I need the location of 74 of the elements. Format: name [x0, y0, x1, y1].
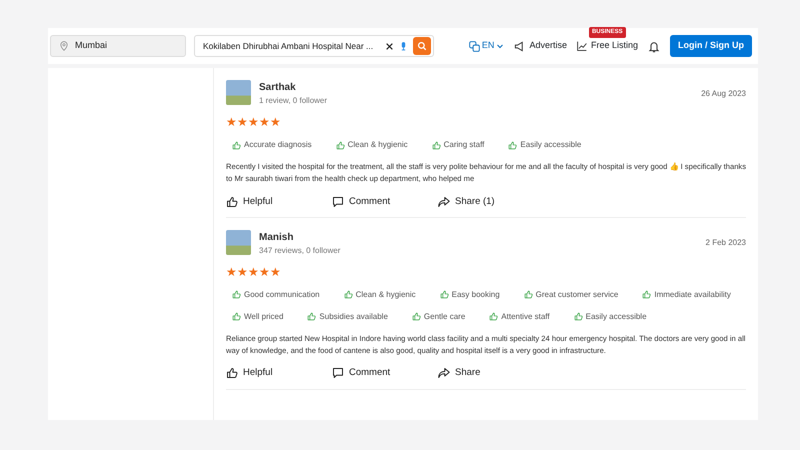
- review-tag: Clean & hygienic: [330, 135, 414, 155]
- advertise-link[interactable]: Advertise: [514, 39, 567, 53]
- star-icon: ★: [248, 262, 259, 281]
- search-field[interactable]: Kokilaben Dhirubhai Ambani Hospital Near ...: [194, 35, 434, 57]
- star-icon: ★: [226, 113, 237, 131]
- share-icon: [438, 196, 450, 208]
- language-selector[interactable]: EN: [468, 39, 504, 53]
- free-listing-link[interactable]: Free Listing: [576, 39, 638, 53]
- thumbs-up-icon: [642, 290, 652, 300]
- thumbs-up-icon: [412, 312, 421, 322]
- thumbs-up-icon: [226, 367, 238, 380]
- thumbs-up-icon: [489, 312, 498, 322]
- review-tag: Gentle care: [406, 306, 472, 327]
- helpful-button[interactable]: Helpful: [226, 190, 332, 213]
- share-button[interactable]: Share: [438, 362, 544, 385]
- thumbs-up-icon: [336, 140, 345, 150]
- share-button[interactable]: Share (1): [438, 190, 544, 213]
- review-tag: Good communication: [226, 284, 326, 305]
- thumbs-up-icon: [574, 312, 583, 322]
- search-button[interactable]: [413, 37, 431, 55]
- review-tag: Well priced: [226, 306, 290, 327]
- review-tag: Clean & hygienic: [338, 284, 422, 305]
- location-field[interactable]: Mumbai: [50, 35, 186, 57]
- photo-placeholder: [226, 80, 251, 105]
- review-date: 2 Feb 2023: [706, 237, 746, 250]
- microphone-icon[interactable]: [399, 40, 408, 52]
- thumbs-up-icon: [440, 290, 449, 300]
- star-icon: ★: [259, 113, 270, 131]
- translate-icon: [468, 40, 480, 52]
- close-icon[interactable]: [385, 42, 394, 50]
- review-tag: Easy booking: [434, 284, 506, 305]
- review-tag: Great customer service: [518, 284, 624, 305]
- review-tag: Immediate availability: [636, 284, 737, 305]
- megaphone-icon: [514, 40, 526, 52]
- star-icon: ★: [259, 262, 270, 281]
- review-tag: Attentive staff: [483, 306, 556, 327]
- star-icon: ★: [237, 262, 248, 281]
- comment-button[interactable]: Comment: [332, 362, 438, 385]
- chart-line-icon: [576, 41, 587, 51]
- review-tag: Easily accessible: [502, 135, 588, 155]
- reviewer-name[interactable]: Manish: [259, 230, 340, 245]
- comment-button[interactable]: Comment: [332, 190, 438, 213]
- caret-icon: [496, 42, 504, 50]
- star-icon: ★: [226, 262, 237, 281]
- review-tag: Easily accessible: [568, 306, 653, 327]
- comment-icon: [332, 196, 344, 208]
- star-icon: ★: [248, 113, 259, 131]
- thumbs-up-icon: [232, 312, 241, 322]
- reviewer-stats: 1 review, 0 follower: [259, 95, 328, 107]
- comment-icon: [332, 367, 344, 380]
- thumbs-up-icon: [232, 290, 241, 300]
- reviewer-stats: 347 reviews, 0 follower: [259, 244, 340, 257]
- review-tag: Accurate diagnosis: [226, 135, 318, 155]
- thumbs-up-icon: [432, 140, 441, 150]
- thumbs-up-icon: [307, 312, 316, 322]
- notification-bell-icon[interactable]: [648, 40, 660, 52]
- review-tag: Subsidies available: [301, 306, 394, 327]
- star-icon: ★: [270, 113, 281, 131]
- login-button[interactable]: Login / Sign Up: [670, 35, 752, 57]
- thumbs-up-icon: [508, 140, 518, 150]
- share-icon: [438, 367, 450, 380]
- review-date: 26 Aug 2023: [701, 88, 746, 100]
- star-icon: ★: [237, 113, 248, 131]
- search-icon: [417, 41, 427, 51]
- reviewer-name[interactable]: Sarthak: [259, 80, 328, 95]
- photo-placeholder: [226, 230, 251, 255]
- review-tag: Caring staff: [426, 135, 490, 155]
- star-icon: ★: [270, 262, 281, 281]
- helpful-button[interactable]: Helpful: [226, 362, 332, 385]
- thumbs-up-icon: [226, 196, 238, 208]
- location-pin-icon: [59, 41, 69, 51]
- thumbs-up-icon: [524, 290, 533, 300]
- thumbs-up-icon: [344, 290, 353, 300]
- thumbs-up-icon: [232, 140, 241, 150]
